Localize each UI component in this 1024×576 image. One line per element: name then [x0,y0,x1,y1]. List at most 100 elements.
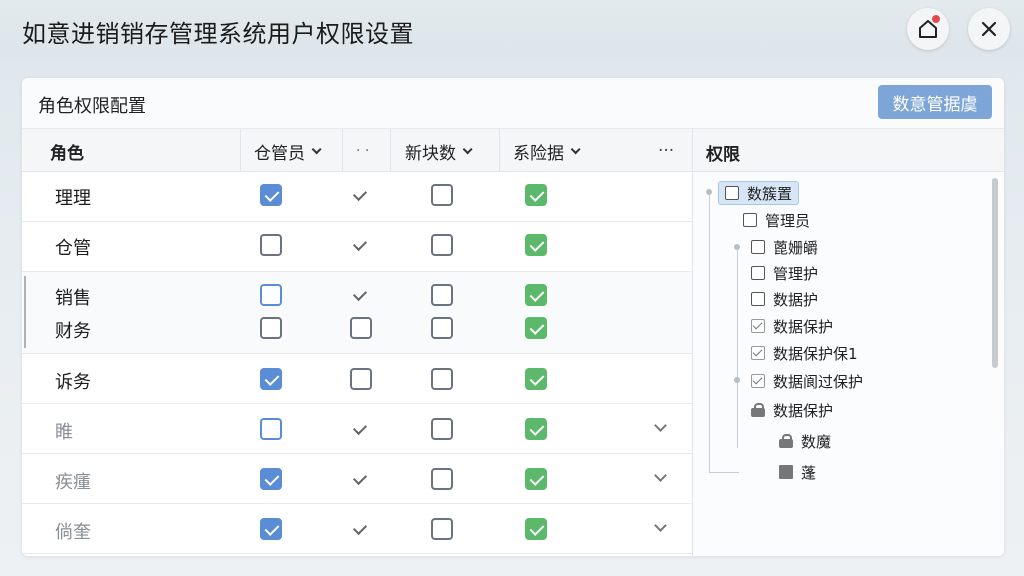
chevron-down-icon[interactable] [652,470,668,486]
chevron-down-icon[interactable] [652,520,668,536]
check-icon [352,188,368,204]
permission-checkbox[interactable] [350,368,372,390]
permission-checkbox[interactable] [260,368,282,390]
home-button[interactable] [907,8,949,50]
permission-checkbox[interactable] [525,184,547,206]
tree-node[interactable]: 管理员 [743,208,810,232]
tree-checkbox[interactable] [751,266,765,280]
permission-checkbox[interactable] [260,418,282,440]
permission-checkbox[interactable] [431,184,453,206]
permission-checkbox[interactable] [260,184,282,206]
permission-checkbox[interactable] [260,468,282,490]
permission-checkbox[interactable] [525,284,547,306]
tree-checkbox[interactable] [751,240,765,254]
tree-node-label: 数据护 [773,290,819,309]
title-bar: 如意进销销存管理系统用户权限设置 [0,0,1024,60]
chevron-down-icon [311,143,322,154]
permission-checkbox[interactable] [260,518,282,540]
permission-checkbox[interactable] [525,317,547,339]
permission-checkbox[interactable] [525,368,547,390]
permission-checkbox[interactable] [260,284,282,306]
permission-checkbox[interactable] [525,418,547,440]
tree-node-label: 数簇置 [747,184,793,203]
check-icon [352,522,368,538]
tree-node-label: 数据保护 [773,401,834,420]
table-row: 理理 [22,172,692,222]
column-divider [342,129,343,173]
app-title: 如意进销销存管理系统用户权限设置 [22,20,414,48]
permission-checkbox[interactable] [350,317,372,339]
header-col4-label: 系险据 [513,143,564,164]
header-col2[interactable]: · · [356,129,369,173]
row-label: 仓管 [55,238,91,259]
notification-badge [931,14,941,24]
row-label: 理理 [55,188,91,209]
tree-node[interactable]: 数据阆过保护 [751,369,863,393]
panel-title: 角色权限配置 [38,96,146,117]
row-label: 销售 [55,288,91,309]
tree-node[interactable]: 蓖姗皭 [751,235,818,259]
header-more[interactable]: ··· [658,129,674,173]
tree-node-label: 数据阆过保护 [773,372,864,391]
tree-checkbox[interactable] [725,186,739,200]
permission-checkbox[interactable] [525,468,547,490]
permission-checkbox[interactable] [525,234,547,256]
header-col1-label: 仓管员 [254,143,305,164]
permission-tree: 权限 数簇置 管理员 蓖姗皭 管理护 数据护 数据保护 数据保护保1 数据阆过保… [692,128,1004,556]
table-row: 仓管 [22,222,692,272]
column-divider [499,129,500,173]
tree-checkbox[interactable] [751,346,765,360]
header-col1[interactable]: 仓管员 [254,129,322,173]
grid-header: 角色 仓管员 · · 新块数 系险据 ··· [22,128,692,173]
permission-checkbox[interactable] [431,418,453,440]
table-row: 诉务 [22,354,692,404]
lock-icon [779,434,793,448]
tree-checkbox[interactable] [743,213,757,227]
row-group-indicator [24,276,26,348]
tree-node-label: 数据保护保1 [773,344,858,363]
tree-node-label: 数据保护 [773,317,834,336]
permission-checkbox[interactable] [431,368,453,390]
tree-line [709,194,710,472]
tree-node[interactable]: 数魔 [779,429,831,453]
row-label: 财务 [55,321,91,342]
table-row: 睢 [22,404,692,454]
permission-checkbox[interactable] [431,234,453,256]
permission-checkbox[interactable] [431,518,453,540]
permission-checkbox[interactable] [525,518,547,540]
permission-checkbox[interactable] [431,468,453,490]
close-button[interactable] [968,8,1010,50]
tree-checkbox[interactable] [751,374,765,388]
tree-dot [734,377,740,383]
tree-node[interactable]: 数据护 [751,287,818,311]
tree-checkbox[interactable] [751,319,765,333]
permission-checkbox[interactable] [260,234,282,256]
tree-node[interactable]: 数据保护 [751,398,833,422]
permission-checkbox[interactable] [260,317,282,339]
tree-node[interactable]: 数据保护保1 [751,341,858,365]
table-row: 疾瘇 [22,454,692,504]
tree-node[interactable]: 蓬 [779,460,816,484]
tree-scrollbar[interactable] [992,178,998,368]
tree-node-label: 蓖姗皭 [773,238,819,257]
permission-checkbox[interactable] [431,284,453,306]
header-col4[interactable]: 系险据 [513,129,581,173]
table-row: 倘奎 [22,504,692,554]
tree-node[interactable]: 管理护 [751,261,818,285]
document-icon [779,465,793,479]
tree-node-label: 管理护 [773,264,819,283]
check-icon [352,238,368,254]
action-button[interactable]: 数意管据虞 [878,85,992,119]
row-label: 疾瘇 [55,472,91,493]
tree-node[interactable]: 数据保护 [751,314,833,338]
header-col3[interactable]: 新块数 [405,129,473,173]
table-row: 销售 财务 [22,272,692,354]
chevron-down-icon[interactable] [652,420,668,436]
column-divider [390,129,391,173]
permission-checkbox[interactable] [431,317,453,339]
tree-checkbox[interactable] [751,292,765,306]
row-label: 诉务 [55,372,91,393]
check-icon [352,422,368,438]
tree-node-root[interactable]: 数簇置 [718,181,800,205]
close-icon [981,21,997,37]
